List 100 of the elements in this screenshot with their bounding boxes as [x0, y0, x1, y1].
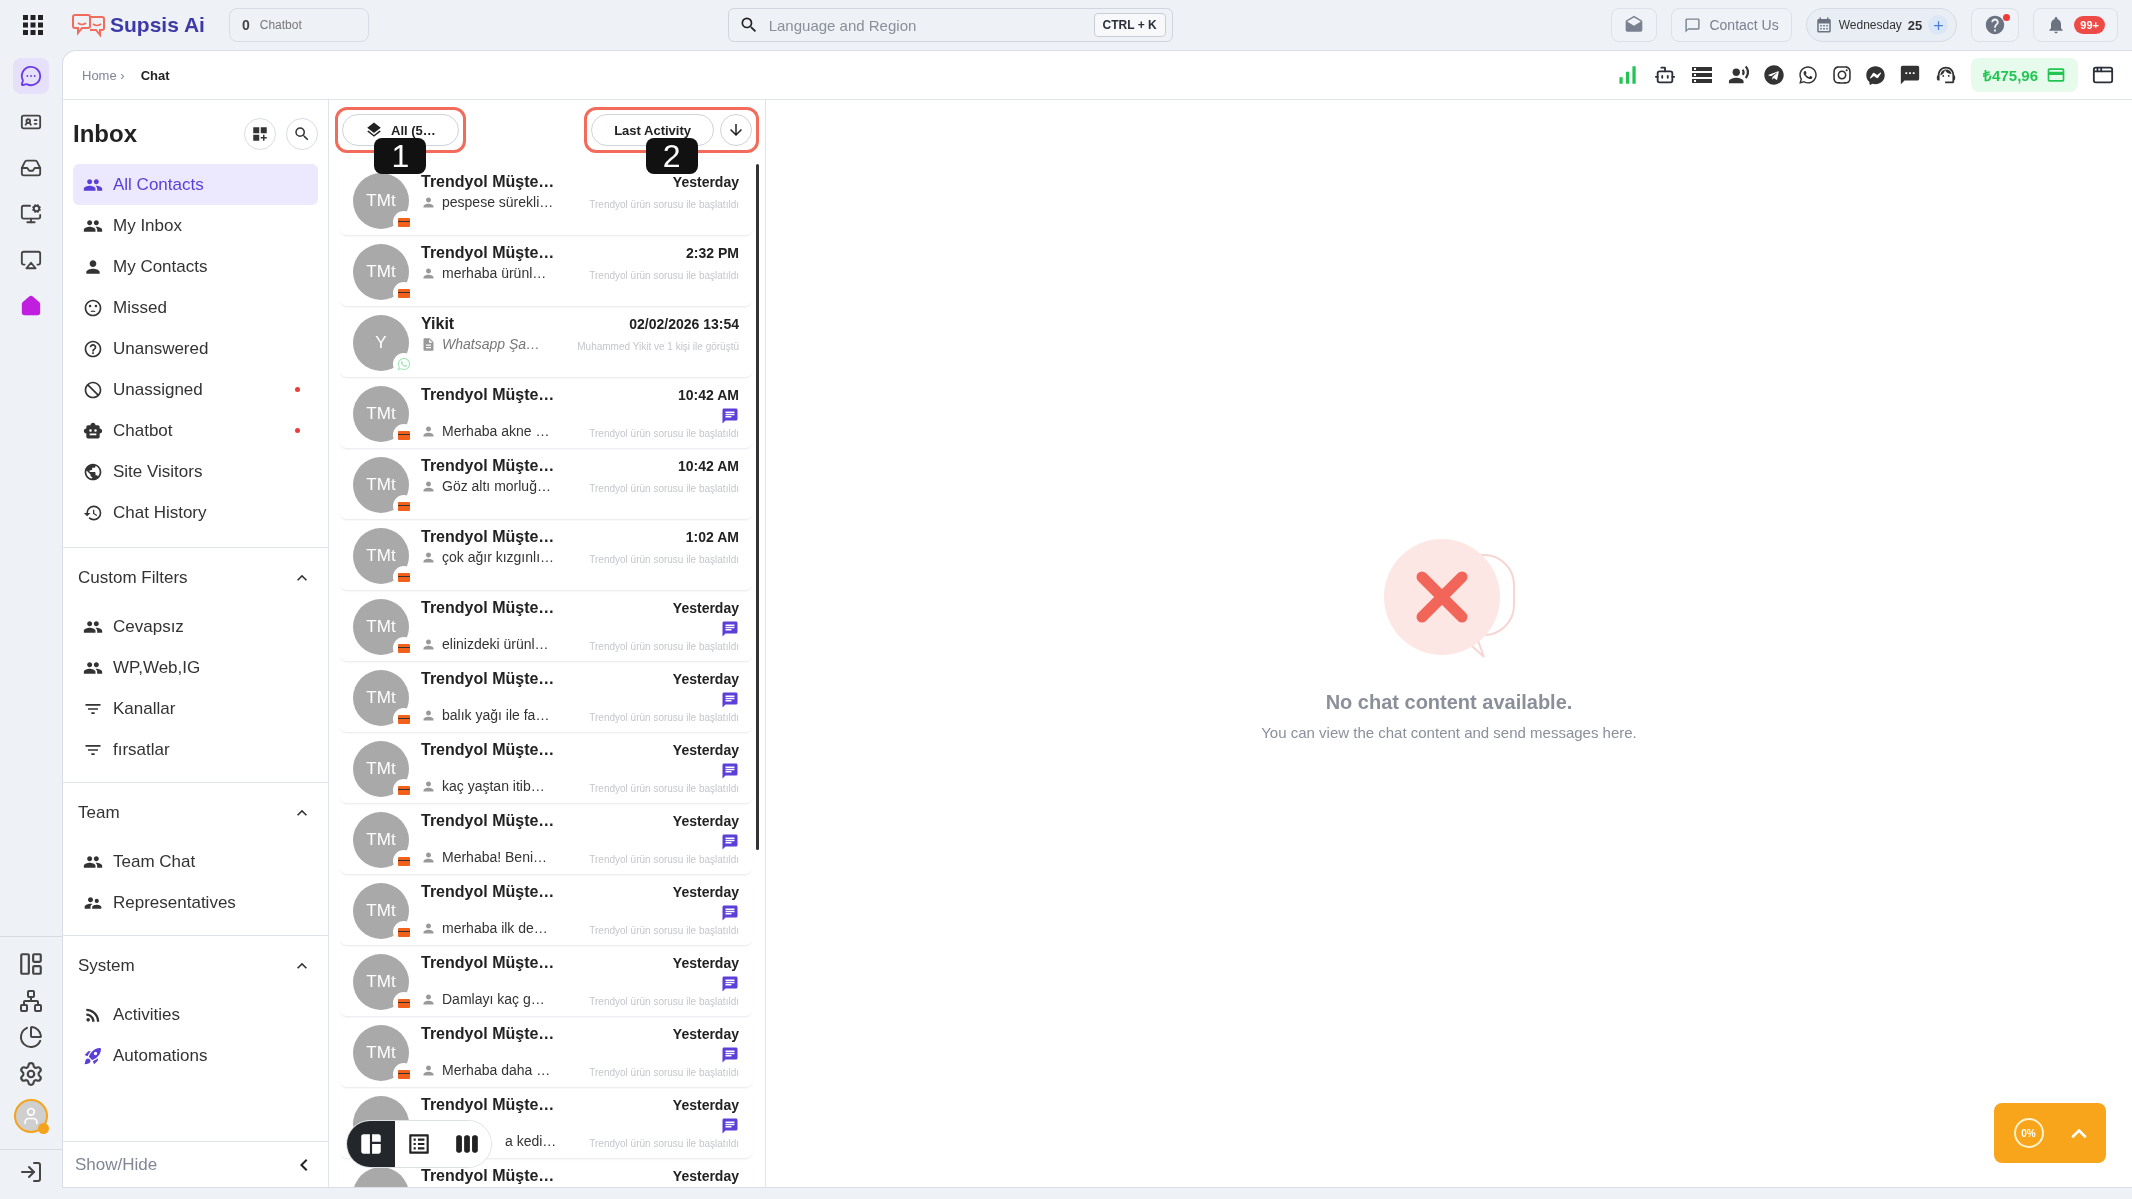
nav-item[interactable]: Kanallar	[73, 688, 186, 729]
mail-button[interactable]	[1611, 8, 1658, 42]
filter-button[interactable]: All (5…	[342, 114, 459, 146]
telegram-icon[interactable]	[1764, 65, 1785, 85]
nav-item[interactable]: Missed	[73, 287, 318, 328]
network-icon[interactable]	[19, 989, 43, 1013]
chat-row[interactable]: TMt Trendyol Müşte… 2:32 PM merhaba ürünl… Trendyol ürün sorusu ile başlatıldı	[339, 235, 753, 306]
nav-item[interactable]: Team Chat	[73, 841, 206, 882]
chat-row[interactable]: TMt Trendyol Müşte… 10:42 AM Merhaba akne … Trendyol ürün sorusu ile başlatıldı	[339, 377, 753, 448]
breadcrumb-link[interactable]: Home ›	[82, 67, 125, 83]
window-icon[interactable]	[2092, 64, 2114, 86]
pie-chart-icon[interactable]	[19, 1025, 43, 1049]
avatar-initials: Y	[375, 333, 387, 353]
chat-row[interactable]: TMt Trendyol Müşte… 1:02 AM çok ağır kızgınlı… Trendyol ürün sorusu ile başlatıldı	[339, 519, 753, 590]
day-number: 25	[1907, 17, 1923, 33]
chat-row[interactable]: TMt Trendyol Müşte… Yesterday Merhaba daha … Trendyol ürün sorusu ile başlatıldı	[339, 1016, 753, 1087]
sms-icon[interactable]	[1899, 64, 1922, 86]
message-preview: kaç yaştan itib…	[442, 778, 545, 794]
nav-item[interactable]: Unanswered	[73, 328, 318, 369]
monitor-gear-icon	[20, 203, 42, 225]
question-icon	[83, 338, 103, 359]
contact-name: Yikit	[421, 315, 455, 333]
blocked-icon	[83, 379, 103, 400]
avatar-initials: TMt	[366, 617, 396, 637]
headset-icon[interactable]	[1935, 64, 1958, 86]
chat-origin-note: Trendyol ürün sorusu ile başlatıldı	[589, 783, 739, 794]
chat-row[interactable]: TMt Trendyol Müşte… Yesterday elinizdeki ürünl… Trendyol ürün sorusu ile başlatıldı	[339, 590, 753, 661]
message-preview: Damlayı kaç g…	[442, 991, 545, 1007]
nav-item[interactable]: All Contacts	[73, 164, 318, 205]
chat-origin-note: Trendyol ürün sorusu ile başlatıldı	[589, 199, 739, 210]
sort-button[interactable]: Last Activity	[591, 114, 714, 146]
scrollbar[interactable]	[756, 164, 759, 850]
callout-number: 2	[645, 138, 698, 174]
nav-item[interactable]: My Inbox	[73, 205, 318, 246]
brand-name: Supsis Ai	[110, 13, 205, 37]
message-preview: merhaba ürünl…	[442, 265, 547, 281]
sad-face-icon	[83, 297, 103, 318]
notifications-button[interactable]: 99+	[2033, 8, 2118, 42]
nav-item[interactable]: Automations	[73, 1035, 218, 1076]
chat-row[interactable]: TMt Trendyol Müşte… 10:42 AM Göz altı morluğ… Trendyol ürün sorusu ile başlatıldı	[339, 448, 753, 519]
chat-origin-note: Trendyol ürün sorusu ile başlatıldı	[589, 270, 739, 281]
chat-icon	[20, 65, 42, 87]
chat-time: Yesterday	[672, 884, 739, 900]
chat-row[interactable]: TMt Trendyol Müşte… Yesterday merhaba ilk de… Trendyol ürün sorusu ile başlatıldı	[339, 874, 753, 945]
chat-row[interactable]: TMt Trendyol Müşte… Yesterday kaç yaştan itib… Trendyol ürün sorusu ile başlatıldı	[339, 732, 753, 803]
layout-button[interactable]	[244, 118, 276, 150]
avatar-initials: TMt	[366, 688, 396, 708]
contact-name: Trendyol Müşte…	[421, 812, 555, 830]
avatar-initials: TMt	[366, 972, 396, 992]
search-button[interactable]	[286, 118, 318, 150]
message-preview: pespese sürekli…	[442, 194, 554, 210]
chat-row[interactable]: TMt Trendyol Müşte… Yesterday Damlayı kaç g… Trendyol ürün sorusu ile başlatıldı	[339, 945, 753, 1016]
chat-time: 10:42 AM	[678, 458, 739, 474]
nav-item[interactable]: WP,Web,IG	[73, 647, 211, 688]
chat-time: Yesterday	[672, 1097, 739, 1113]
settings-icon[interactable]	[18, 1061, 44, 1087]
weekday: Wednesday	[1838, 18, 1902, 32]
document-icon	[421, 336, 436, 352]
chat-time: Yesterday	[672, 742, 739, 758]
empty-title: No chat content available.	[1325, 690, 1573, 714]
chat-origin-note: Trendyol ürün sorusu ile başlatıldı	[589, 925, 739, 936]
contact-name: Trendyol Müşte…	[421, 386, 555, 404]
nav-item[interactable]: My Contacts	[73, 246, 318, 287]
login-icon[interactable]	[19, 1160, 43, 1184]
help-button[interactable]	[1971, 8, 2020, 42]
nav-item[interactable]: Unassigned	[73, 369, 318, 410]
nav-item[interactable]: Representatives	[73, 882, 246, 923]
section-header[interactable]: System	[73, 944, 318, 988]
add-button[interactable]	[1928, 15, 1949, 35]
view-button[interactable]	[347, 1121, 395, 1167]
nav-item[interactable]: Chat History	[73, 492, 318, 533]
bot-icon[interactable]	[1654, 64, 1677, 86]
search-bar[interactable]: Language and Region CTRL + K	[727, 8, 1173, 42]
messenger-icon[interactable]	[1866, 65, 1886, 85]
rail-button[interactable]	[13, 58, 49, 94]
chat-row[interactable]: TMt Trendyol Müşte… Yesterday Merhaba! Beni… Trendyol ürün sorusu ile başlatıldı	[339, 803, 753, 874]
layout-icon[interactable]	[18, 951, 44, 977]
nav-item[interactable]: Chatbot	[73, 410, 318, 451]
progress-ring: 0%	[2013, 1118, 2044, 1148]
whatsapp-icon[interactable]	[1798, 65, 1819, 85]
instagram-icon[interactable]	[1832, 65, 1853, 85]
speaker-person-icon[interactable]	[1728, 64, 1751, 86]
nav-item[interactable]: Cevapsız	[73, 606, 194, 647]
message-preview: elinizdeki ürünl…	[442, 636, 549, 652]
nav-item[interactable]: Activities	[73, 994, 191, 1035]
show-hide-button[interactable]: Show/Hide	[63, 1142, 328, 1187]
nav-item[interactable]: Site Visitors	[73, 451, 318, 492]
section-header[interactable]: Custom Filters	[73, 556, 318, 600]
chat-row[interactable]: TMt Trendyol Müşte… Yesterday balık yağı ile fa… Trendyol ürün sorusu ile başlatıldı	[339, 661, 753, 732]
contact-name: Trendyol Müşte…	[421, 883, 555, 901]
home-icon	[20, 295, 42, 317]
help-icon	[1984, 14, 2007, 36]
nav-item[interactable]: fırsatlar	[73, 729, 180, 770]
section-header[interactable]: Team	[73, 791, 318, 835]
chatbot-counter[interactable]: 0 Chatbot	[228, 8, 369, 42]
avatar-initials: TMt	[366, 759, 396, 779]
date-chip[interactable]: Wednesday 25	[1805, 8, 1958, 42]
contact-us-button[interactable]: Contact Us	[1671, 8, 1792, 42]
chat-time: Yesterday	[672, 955, 739, 971]
sort-direction-button[interactable]	[720, 114, 752, 146]
